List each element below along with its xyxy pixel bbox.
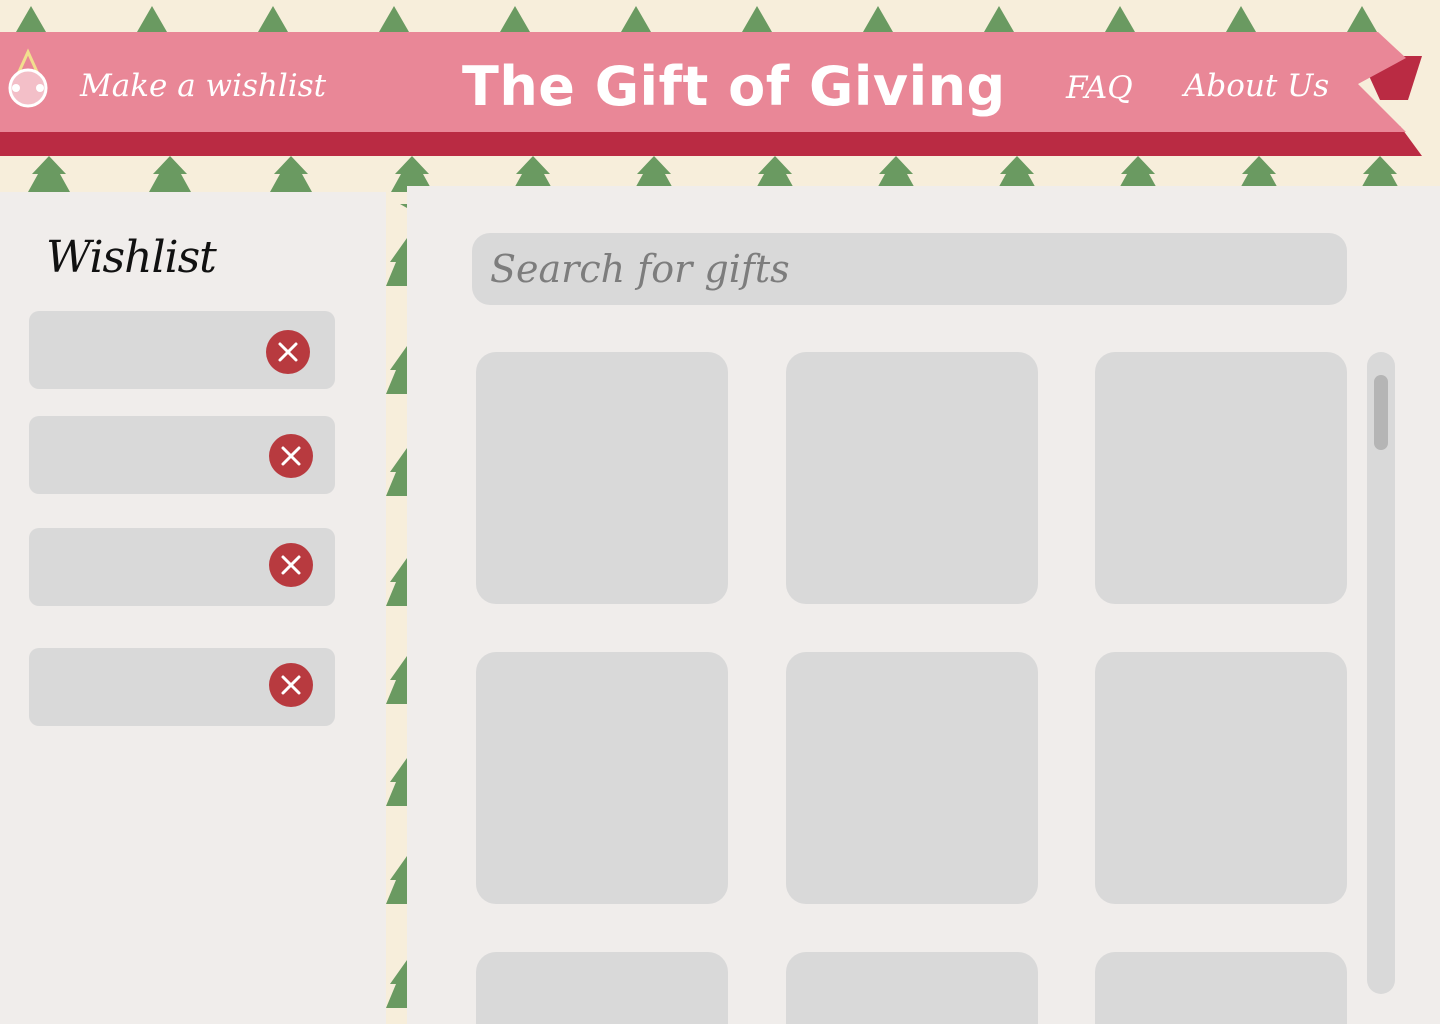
tree-border-side	[386, 186, 407, 1008]
remove-item-button[interactable]	[269, 663, 313, 707]
gift-tile[interactable]	[1095, 652, 1347, 904]
gift-tile[interactable]	[1095, 352, 1347, 604]
gift-tile[interactable]	[786, 952, 1038, 1024]
ornament-icon[interactable]	[6, 48, 52, 110]
scrollbar-thumb[interactable]	[1374, 375, 1388, 450]
remove-item-button[interactable]	[266, 330, 310, 374]
site-title: The Gift of Giving	[462, 55, 1006, 118]
close-icon	[281, 446, 301, 466]
remove-item-button[interactable]	[269, 434, 313, 478]
make-wishlist-link[interactable]: Make a wishlist	[80, 64, 326, 108]
search-input[interactable]: Search for gifts	[472, 233, 1347, 305]
gift-tile[interactable]	[786, 652, 1038, 904]
nav-faq[interactable]: FAQ	[1066, 66, 1133, 110]
close-icon	[278, 342, 298, 362]
wishlist-title: Wishlist	[46, 232, 217, 283]
gift-tile[interactable]	[1095, 952, 1347, 1024]
gift-tile[interactable]	[476, 352, 728, 604]
close-icon	[281, 555, 301, 575]
remove-item-button[interactable]	[269, 543, 313, 587]
gift-tile[interactable]	[476, 952, 728, 1024]
nav-about-us[interactable]: About Us	[1184, 64, 1329, 108]
gift-tile[interactable]	[476, 652, 728, 904]
close-icon	[281, 675, 301, 695]
gift-tile[interactable]	[786, 352, 1038, 604]
